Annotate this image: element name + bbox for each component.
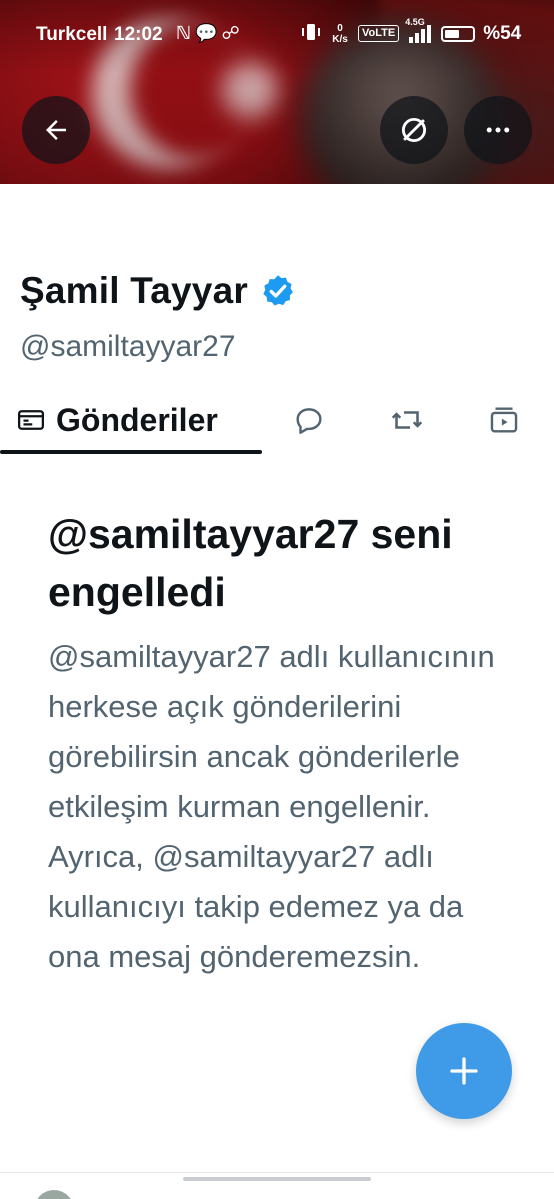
status-bar: Turkcell 12:02 ℕ💬☍ 0 K/s VoLTE 4.5G %54 [0, 17, 554, 52]
battery-icon [441, 25, 476, 42]
posts-icon [18, 410, 44, 430]
more-horizontal-icon [486, 127, 510, 133]
network-type: 4.5G [405, 16, 425, 27]
vibrate-icon [300, 22, 322, 45]
network-speed: 0 K/s [332, 22, 348, 45]
avatar[interactable] [34, 1190, 74, 1199]
translate-button[interactable] [380, 96, 448, 164]
arrow-left-icon [46, 120, 66, 140]
home-indicator[interactable] [183, 1177, 371, 1181]
slashed-circle-icon [401, 117, 427, 143]
repost-icon [391, 411, 423, 429]
chat-icon: 💬 [195, 23, 222, 43]
verified-badge-icon [263, 275, 293, 306]
display-name: Şamil Tayyar [20, 270, 248, 311]
clock: 12:02 [114, 24, 163, 45]
tab-posts-label: Gönderiler [56, 401, 218, 438]
tab-posts[interactable]: Gönderiler [16, 388, 218, 452]
compose-button[interactable] [416, 1023, 512, 1119]
tab-media[interactable] [487, 388, 521, 452]
back-button[interactable] [22, 96, 90, 164]
blocked-title: @samiltayyar27 seni engelledi [48, 511, 453, 615]
tab-reposts[interactable] [389, 388, 425, 452]
volte-badge: VoLTE [358, 25, 400, 42]
profile-handle: @samiltayyar27 [20, 330, 236, 363]
nfc-icon: ℕ [176, 23, 196, 43]
missed-call-icon: ☍ [221, 23, 244, 43]
more-options-button[interactable] [464, 96, 532, 164]
active-tab-indicator [0, 450, 262, 454]
plus-icon [450, 1057, 478, 1085]
carrier-label: Turkcell [36, 24, 108, 45]
battery-percent: %54 [483, 22, 522, 44]
reply-icon [296, 408, 322, 434]
battery-fill [445, 29, 460, 38]
profile-name-row: Şamil Tayyar [20, 270, 296, 312]
status-right: 0 K/s VoLTE 4.5G %54 [300, 17, 522, 45]
media-icon [490, 407, 518, 433]
signal-icon: 4.5G [405, 17, 433, 43]
bottom-divider [0, 1172, 554, 1173]
profile-tabs: Gönderiler [0, 388, 554, 452]
notification-icons: ℕ💬☍ [176, 23, 244, 44]
blocked-description: @samiltayyar27 adlı kullanıcının herkese… [48, 639, 495, 974]
tab-replies[interactable] [292, 388, 326, 452]
